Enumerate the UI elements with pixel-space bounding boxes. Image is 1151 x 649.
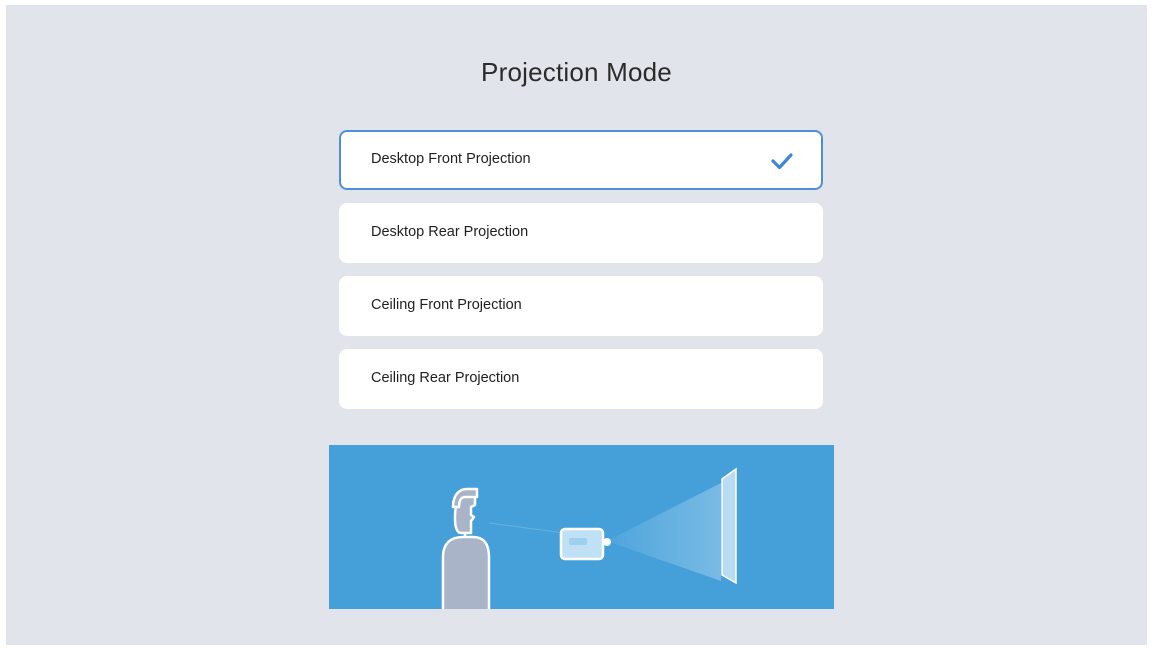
- option-label: Desktop Rear Projection: [371, 224, 529, 240]
- option-desktop-rear-projection[interactable]: Desktop Rear Projection: [339, 203, 823, 263]
- option-desktop-front-projection[interactable]: Desktop Front Projection: [339, 130, 823, 190]
- person-body-icon: [441, 535, 491, 609]
- projection-diagram-icon: [441, 467, 737, 609]
- option-label: Ceiling Rear Projection: [371, 370, 520, 386]
- projection-options-list: Desktop Front Projection Desktop Rear Pr…: [339, 130, 823, 422]
- check-icon: [771, 153, 793, 170]
- page-title: Projection Mode: [481, 57, 672, 87]
- projection-illustration: [329, 445, 834, 609]
- light-beam: [607, 483, 721, 581]
- option-ceiling-front-projection[interactable]: Ceiling Front Projection: [339, 276, 823, 336]
- projection-mode-screen: Projection Mode Desktop Front Projection…: [6, 5, 1147, 645]
- projection-screen-icon: [721, 467, 737, 585]
- option-label: Ceiling Front Projection: [371, 297, 522, 313]
- option-label: Desktop Front Projection: [371, 151, 531, 167]
- option-ceiling-rear-projection[interactable]: Ceiling Rear Projection: [339, 349, 823, 409]
